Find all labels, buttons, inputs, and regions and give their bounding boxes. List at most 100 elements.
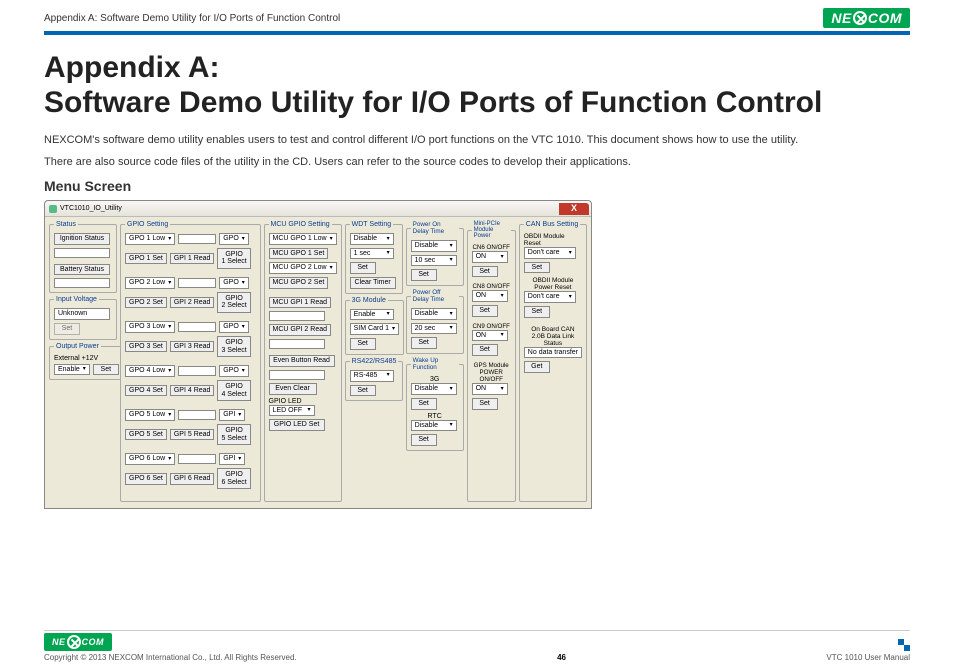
mcu-gpo1-select[interactable]: MCU GPO 1 Low — [269, 233, 337, 245]
logo-x-icon — [67, 635, 81, 649]
gpo5-low-select[interactable]: GPO 5 Low — [125, 409, 175, 421]
can-obdii-reset-select[interactable]: Don't care — [524, 247, 576, 259]
poff-time-select[interactable]: 20 sec — [411, 323, 457, 335]
3g-module-group: 3G Module Enable SIM Card 1 Set — [345, 297, 404, 355]
mcu-gpi2-read-button[interactable]: MCU GPI 2 Read — [269, 324, 331, 336]
gpio2-select-button[interactable]: GPIO2 Select — [217, 292, 250, 313]
mini-item2-set-button[interactable]: Set — [472, 305, 498, 317]
wdt-time-select[interactable]: 1 sec — [350, 248, 394, 260]
3g-set-button[interactable]: Set — [350, 338, 376, 350]
wdt-set-button[interactable]: Set — [350, 262, 376, 274]
pon-set-button[interactable]: Set — [411, 269, 437, 281]
mini-item3-set-button[interactable]: Set — [472, 344, 498, 356]
gpo1-low-select[interactable]: GPO 1 Low — [125, 233, 175, 245]
gpi6-read-button[interactable]: GPI 6 Read — [170, 473, 215, 485]
input-voltage-group: Input Voltage Unknown Set — [49, 296, 117, 339]
gpi2-read-button[interactable]: GPI 2 Read — [170, 297, 215, 309]
3g-sim-select[interactable]: SIM Card 1 — [350, 323, 399, 335]
3g-enable-select[interactable]: Enable — [350, 309, 394, 321]
title-line-1: Appendix A: — [44, 51, 220, 84]
mcu-gpo2-select[interactable]: MCU GPO 2 Low — [269, 262, 337, 274]
wdt-legend: WDT Setting — [350, 221, 394, 228]
mini-item4-select[interactable]: ON — [472, 383, 508, 395]
can-obdii-reset-set[interactable]: Set — [524, 262, 550, 274]
wake-3g-set-button[interactable]: Set — [411, 398, 437, 410]
pon-time-select[interactable]: 10 sec — [411, 255, 457, 267]
menu-screen-heading: Menu Screen — [44, 178, 910, 194]
gpo2-set-button[interactable]: GPO 2 Set — [125, 297, 167, 309]
page-number: 46 — [557, 653, 566, 662]
wake-3g-select[interactable]: Disable — [411, 383, 457, 395]
mini-item1-set-button[interactable]: Set — [472, 266, 498, 278]
gpo3-set-button[interactable]: GPO 3 Set — [125, 341, 167, 353]
wake-rtc-label: RTC — [411, 413, 459, 420]
can-obdii-power-label: OBDII Module Power Reset — [524, 277, 582, 291]
mini-item3-select[interactable]: ON — [472, 330, 508, 342]
even-clear-button[interactable]: Even Clear — [269, 383, 317, 395]
mcu-gpo1-set-button[interactable]: MCU GPO 1 Set — [269, 248, 329, 260]
status-group: Status Ignition Status Battery Status — [49, 221, 117, 293]
gpio6-mode-select[interactable]: GPI — [219, 453, 245, 465]
wdt-enable-select[interactable]: Disable — [350, 233, 394, 245]
mini-item4-set-button[interactable]: Set — [472, 398, 498, 410]
mcu-gpo2-set-button[interactable]: MCU GPO 2 Set — [269, 277, 329, 289]
poff-enable-select[interactable]: Disable — [411, 308, 457, 320]
gpio-legend: GPIO Setting — [125, 221, 170, 228]
gpio3-mode-select[interactable]: GPO — [219, 321, 249, 333]
pon-enable-select[interactable]: Disable — [411, 240, 457, 252]
gpio5-mode-select[interactable]: GPI — [219, 409, 245, 421]
close-button[interactable]: X — [559, 203, 589, 215]
gpi4-read-button[interactable]: GPI 4 Read — [170, 385, 215, 397]
input-voltage-set-button[interactable]: Set — [54, 323, 80, 335]
gpio2-mode-select[interactable]: GPO — [219, 277, 249, 289]
output-power-select[interactable]: Enable — [54, 364, 90, 376]
gpo6-set-button[interactable]: GPO 6 Set — [125, 473, 167, 485]
gpio-led-set-button[interactable]: GPIO LED Set — [269, 419, 325, 431]
gpio5-select-button[interactable]: GPIO5 Select — [217, 424, 250, 445]
gpi1-read-button[interactable]: GPI 1 Read — [170, 253, 215, 265]
gpo1-set-button[interactable]: GPO 1 Set — [125, 253, 167, 265]
mini-item1-select[interactable]: ON — [472, 251, 508, 263]
mcu-gpi1-value — [269, 311, 325, 321]
gpo4-set-button[interactable]: GPO 4 Set — [125, 385, 167, 397]
window-titlebar: VTC1010_IO_Utility X — [45, 201, 591, 217]
gpi5-read-button[interactable]: GPI 5 Read — [170, 429, 215, 441]
can-get-button[interactable]: Get — [524, 361, 550, 373]
wake-rtc-set-button[interactable]: Set — [411, 434, 437, 446]
gpio-led-select[interactable]: LED OFF — [269, 405, 315, 417]
can-obdii-power-set[interactable]: Set — [524, 306, 550, 318]
gpi3-value — [178, 322, 216, 332]
mini-pcie-legend: Mini-PCIe Module Power — [472, 221, 511, 239]
output-power-set-button[interactable]: Set — [93, 364, 119, 376]
rs-select[interactable]: RS-485 — [350, 370, 394, 382]
can-obdii-power-select[interactable]: Don't care — [524, 291, 576, 303]
page-title: Appendix A: Software Demo Utility for I/… — [44, 51, 910, 120]
even-button-read[interactable]: Even Button Read — [269, 355, 335, 367]
gpi5-value — [178, 410, 216, 420]
gpio1-select-button[interactable]: GPIO1 Select — [217, 248, 250, 269]
gpi2-value — [178, 278, 216, 288]
gpio4-mode-select[interactable]: GPO — [219, 365, 249, 377]
gpo6-low-select[interactable]: GPO 6 Low — [125, 453, 175, 465]
wdt-clear-button[interactable]: Clear Timer — [350, 277, 396, 289]
gpo4-low-select[interactable]: GPO 4 Low — [125, 365, 175, 377]
gpi6-value — [178, 454, 216, 464]
gpio3-select-button[interactable]: GPIO3 Select — [217, 336, 250, 357]
battery-status-value — [54, 278, 110, 288]
wake-rtc-select[interactable]: Disable — [411, 420, 457, 432]
gpio6-select-button[interactable]: GPIO6 Select — [217, 468, 250, 489]
gpio4-select-button[interactable]: GPIO4 Select — [217, 380, 250, 401]
rs-set-button[interactable]: Set — [350, 385, 376, 397]
battery-status-button[interactable]: Battery Status — [54, 264, 110, 276]
gpo2-low-select[interactable]: GPO 2 Low — [125, 277, 175, 289]
logo-x-icon — [853, 11, 867, 25]
gpo3-low-select[interactable]: GPO 3 Low — [125, 321, 175, 333]
mini-item2-select[interactable]: ON — [472, 290, 508, 302]
poff-set-button[interactable]: Set — [411, 337, 437, 349]
mini-item3-label: CN9 ON/OFF — [472, 323, 511, 330]
gpo5-set-button[interactable]: GPO 5 Set — [125, 429, 167, 441]
mcu-gpi1-read-button[interactable]: MCU GPI 1 Read — [269, 297, 331, 309]
gpi3-read-button[interactable]: GPI 3 Read — [170, 341, 215, 353]
gpio1-mode-select[interactable]: GPO — [219, 233, 249, 245]
ignition-status-button[interactable]: Ignition Status — [54, 233, 110, 245]
